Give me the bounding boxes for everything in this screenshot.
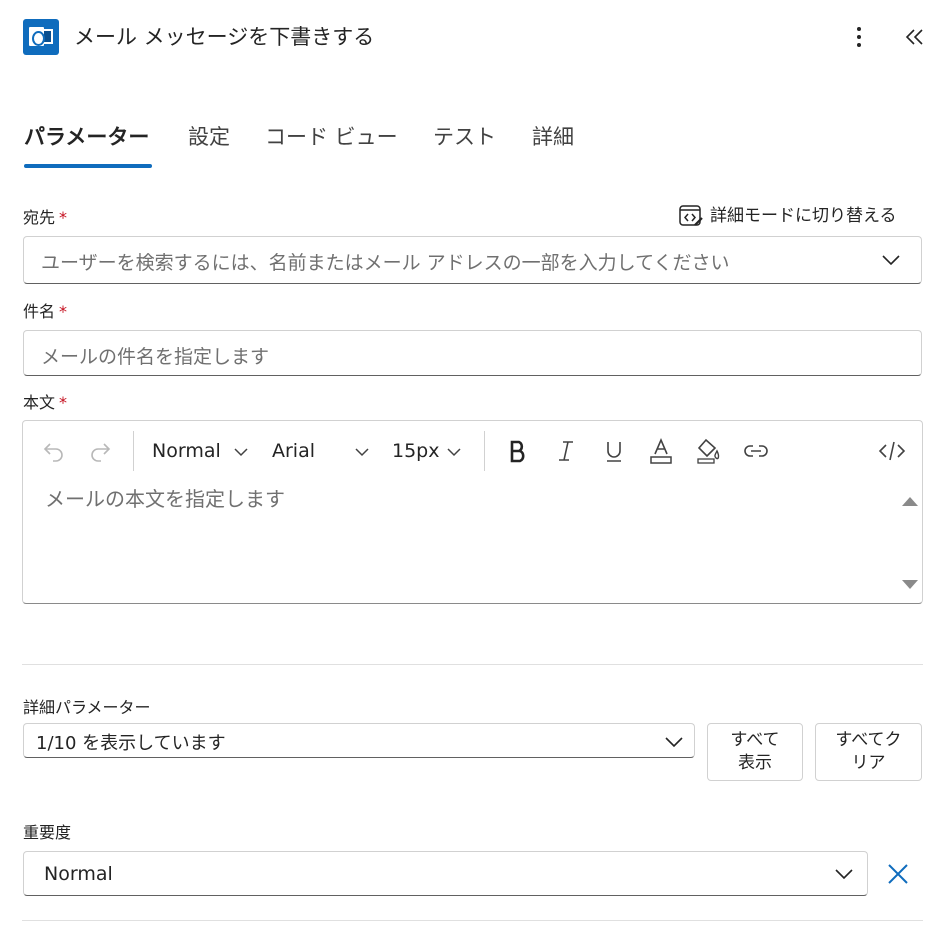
body-placeholder: メールの本文を指定します xyxy=(45,487,285,511)
section-divider xyxy=(22,664,923,665)
chevron-down-icon[interactable] xyxy=(664,734,684,750)
tab-testing[interactable]: テスト xyxy=(433,122,496,152)
chevron-down-icon[interactable] xyxy=(881,252,901,268)
chevron-down-icon[interactable] xyxy=(233,446,249,458)
tab-bar: パラメーター 設定 コード ビュー テスト 詳細 xyxy=(0,118,938,170)
font-color-icon[interactable] xyxy=(648,437,674,465)
tab-code-view[interactable]: コード ビュー xyxy=(265,122,398,152)
paragraph-style-value[interactable]: Normal xyxy=(152,440,221,462)
toolbar-separator xyxy=(133,431,134,471)
advanced-parameters-label: 詳細パラメーター xyxy=(23,698,151,717)
body-label: 本文 * xyxy=(23,393,68,412)
subject-label: 件名 * xyxy=(23,302,68,321)
font-size-value[interactable]: 15px xyxy=(392,440,439,462)
subject-placeholder: メールの件名を指定します xyxy=(41,346,270,368)
scroll-down-arrow[interactable] xyxy=(902,580,918,589)
chevron-down-icon[interactable] xyxy=(354,446,370,458)
tab-settings[interactable]: 設定 xyxy=(188,122,230,152)
italic-icon[interactable] xyxy=(553,438,579,464)
scroll-up-arrow[interactable] xyxy=(902,497,918,506)
switch-advanced-mode-button[interactable]: 詳細モードに切り替える xyxy=(678,203,918,229)
body-rich-text-editor[interactable]: Normal Arial 15px メールの本文を指定します xyxy=(22,420,923,604)
subject-input[interactable]: メールの件名を指定します xyxy=(23,330,922,376)
toolbar-separator xyxy=(484,431,485,471)
more-vertical-icon[interactable] xyxy=(848,22,870,52)
importance-label: 重要度 xyxy=(23,823,72,842)
importance-dropdown[interactable]: Normal xyxy=(23,851,868,896)
importance-value: Normal xyxy=(44,863,113,885)
underline-icon[interactable] xyxy=(601,438,627,464)
panel-header: メール メッセージを下書きする xyxy=(0,0,938,80)
undo-icon[interactable] xyxy=(41,438,67,464)
to-combobox[interactable]: ユーザーを検索するには、名前またはメール アドレスの一部を入力してください xyxy=(23,236,922,284)
section-divider xyxy=(22,920,923,921)
active-tab-indicator xyxy=(24,164,152,168)
to-placeholder: ユーザーを検索するには、名前またはメール アドレスの一部を入力してください xyxy=(41,252,730,274)
tab-about[interactable]: 詳細 xyxy=(532,122,574,152)
link-icon[interactable] xyxy=(742,438,770,464)
advanced-parameters-dropdown[interactable]: 1/10 を表示しています xyxy=(23,723,695,758)
chevron-down-icon[interactable] xyxy=(834,866,854,882)
clear-all-button[interactable]: すべてク リア xyxy=(815,723,922,781)
to-label: 宛先 * xyxy=(23,208,68,227)
double-chevron-left-icon[interactable] xyxy=(900,22,928,52)
outlook-icon xyxy=(23,19,59,55)
code-view-icon[interactable] xyxy=(877,438,907,464)
tab-parameters[interactable]: パラメーター xyxy=(24,122,149,152)
fill-color-icon[interactable] xyxy=(695,437,723,465)
show-all-button[interactable]: すべて 表示 xyxy=(707,723,803,781)
bold-icon[interactable] xyxy=(505,438,531,464)
switch-advanced-mode-label: 詳細モードに切り替える xyxy=(710,206,897,226)
code-edit-icon xyxy=(679,205,703,226)
panel-title: メール メッセージを下書きする xyxy=(74,25,375,49)
close-icon[interactable] xyxy=(884,860,912,888)
chevron-down-icon[interactable] xyxy=(446,446,462,458)
font-family-value[interactable]: Arial xyxy=(272,440,315,462)
advanced-parameters-value: 1/10 を表示しています xyxy=(36,733,226,754)
redo-icon[interactable] xyxy=(87,438,113,464)
